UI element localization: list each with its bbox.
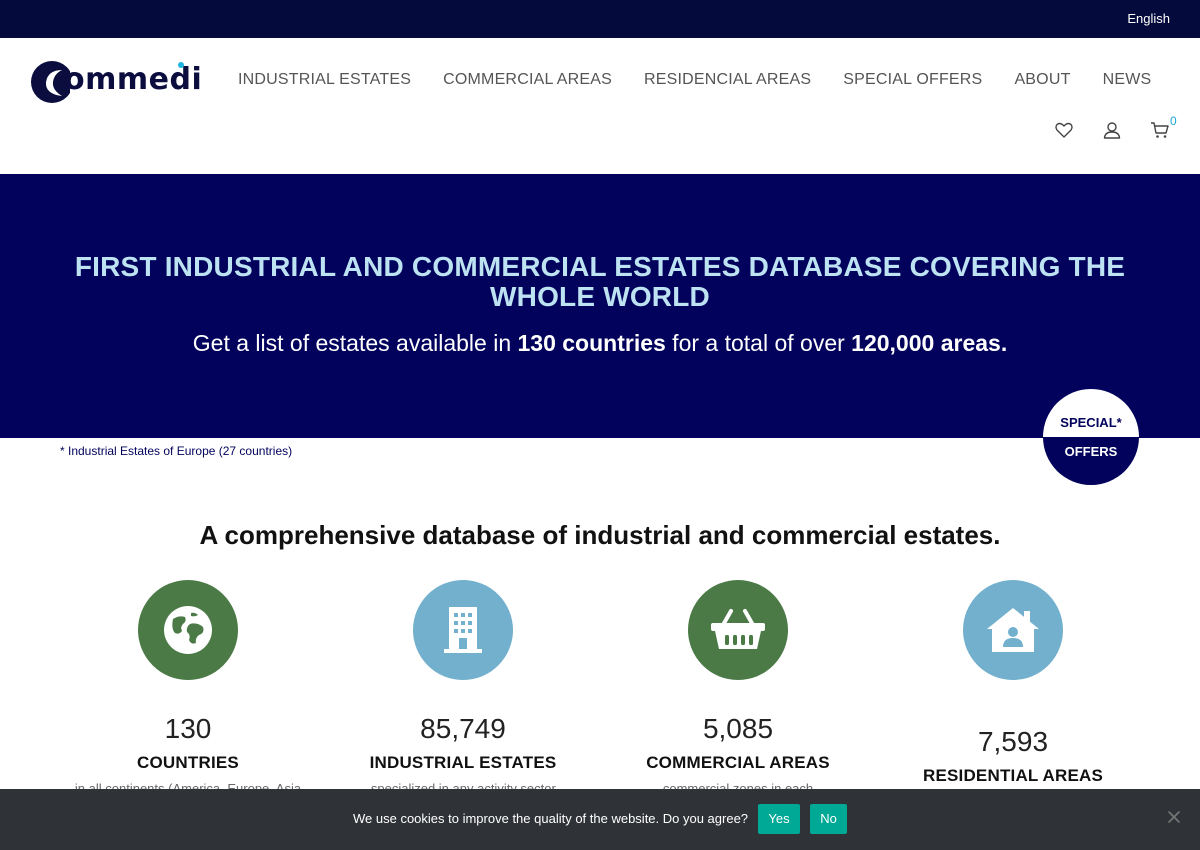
logo-dot <box>178 62 184 68</box>
stat-number: 7,593 <box>977 726 1049 757</box>
stat-label: COMMERCIAL AREAS <box>646 753 830 772</box>
site-header: ommedi INDUSTRIAL ESTATES COMMERCIAL ARE… <box>0 38 1200 174</box>
user-icon[interactable] <box>1102 120 1122 140</box>
stat-circle <box>963 580 1063 680</box>
cookie-message: We use cookies to improve the quality of… <box>353 811 749 826</box>
header-icons: 0 <box>1026 114 1177 140</box>
cookie-no-button[interactable]: No <box>810 804 847 834</box>
section-title: A comprehensive database of industrial a… <box>199 520 1001 550</box>
globe-icon <box>164 606 212 654</box>
stat-residential-areas: 7,593 RESIDENTIAL AREAS <box>883 580 1143 794</box>
hero-subtitle-countries: 130 countries <box>517 330 666 356</box>
stat-number: 85,749 <box>420 713 506 744</box>
house-user-icon <box>987 608 1039 652</box>
basket-icon <box>711 609 765 649</box>
nav-item-news[interactable]: NEWS <box>1103 71 1152 89</box>
stat-circle <box>413 580 513 680</box>
heart-icon[interactable] <box>1054 120 1074 140</box>
hero-banner: FIRST INDUSTRIAL AND COMMERCIAL ESTATES … <box>0 174 1200 438</box>
hero-subtitle-part1: Get a list of estates available in <box>192 330 518 356</box>
site-logo[interactable]: ommedi <box>30 60 202 106</box>
special-badge-line1: SPECIAL* <box>1060 415 1122 430</box>
stat-countries: 130 COUNTRIES ...in all continents (Amer… <box>58 580 318 796</box>
language-selector[interactable]: English <box>1127 11 1170 26</box>
nav-item-residencial-areas[interactable]: RESIDENCIAL AREAS <box>644 71 811 89</box>
stat-number: 5,085 <box>702 713 774 744</box>
cart-count-badge: 0 <box>1170 114 1177 128</box>
stat-label: INDUSTRIAL ESTATES <box>369 753 557 772</box>
hero-subtitle-areas: 120,000 areas. <box>851 330 1008 356</box>
hero-subtitle-part2: for a total of over <box>665 330 852 356</box>
stat-number: 130 <box>164 713 212 744</box>
close-icon[interactable] <box>1166 809 1182 825</box>
nav-item-special-offers[interactable]: SPECIAL OFFERS <box>843 71 982 89</box>
stat-label: COUNTRIES <box>137 753 239 772</box>
nav-item-commercial-areas[interactable]: COMMERCIAL AREAS <box>443 71 612 89</box>
hero-title: FIRST INDUSTRIAL AND COMMERCIAL ESTATES … <box>74 251 1126 312</box>
stat-circle <box>688 580 788 680</box>
stat-circle <box>138 580 238 680</box>
cart-icon[interactable]: 0 <box>1150 114 1177 140</box>
stat-label: RESIDENTIAL AREAS <box>922 766 1104 785</box>
special-offers-badge[interactable]: SPECIAL* OFFERS <box>1043 389 1139 485</box>
hero-subtitle: Get a list of estates available in 130 c… <box>0 330 1200 357</box>
special-badge-line2: OFFERS <box>1064 444 1118 459</box>
building-icon <box>444 607 482 653</box>
stat-commercial-areas: 5,085 COMMERCIAL AREAS ...commercial zon… <box>608 580 868 796</box>
footnote: * Industrial Estates of Europe (27 count… <box>60 444 293 458</box>
top-bar: English <box>0 0 1200 38</box>
stat-industrial-estates: 85,749 INDUSTRIAL ESTATES ...specialized… <box>333 580 593 796</box>
nav-item-about[interactable]: ABOUT <box>1014 71 1070 89</box>
main-nav: INDUSTRIAL ESTATES COMMERCIAL AREAS RESI… <box>238 71 1151 89</box>
nav-item-industrial-estates[interactable]: INDUSTRIAL ESTATES <box>238 71 411 89</box>
cookie-bar: We use cookies to improve the quality of… <box>0 789 1200 850</box>
cookie-yes-button[interactable]: Yes <box>758 804 800 834</box>
